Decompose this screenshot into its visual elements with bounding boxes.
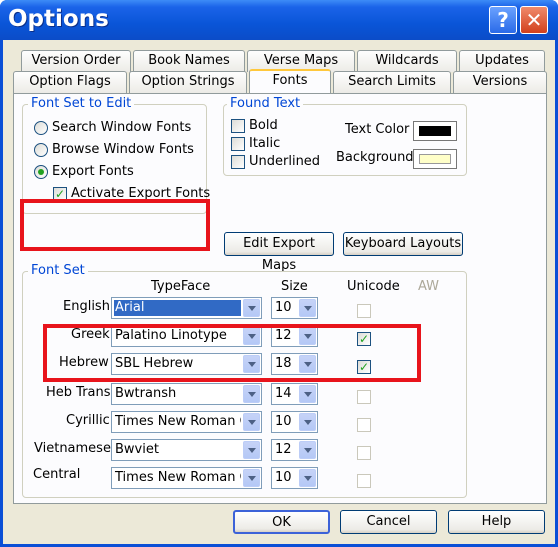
help-title-button[interactable]: ? xyxy=(489,6,517,34)
background-color-swatch xyxy=(419,154,451,164)
keyboard-layouts-button[interactable]: Keyboard Layouts xyxy=(343,232,463,256)
text-color-label: Text Color xyxy=(345,122,410,137)
close-icon[interactable]: ✕ xyxy=(520,6,548,34)
tab-book-names[interactable]: Book Names xyxy=(133,50,245,72)
font-set-to-edit-label: Font Set to Edit xyxy=(28,97,135,111)
font-row-label: Heb Trans xyxy=(46,385,111,400)
typeface-select[interactable]: Arial xyxy=(111,297,262,319)
typeface-select[interactable]: Times New Roman C xyxy=(111,467,262,489)
search-window-fonts-radio[interactable] xyxy=(34,121,48,135)
cancel-button[interactable]: Cancel xyxy=(340,510,437,534)
typeface-header: TypeFace xyxy=(151,279,211,294)
typeface-value: Bwviet xyxy=(115,442,159,457)
underlined-checkbox[interactable] xyxy=(231,155,245,169)
export-fonts-label[interactable]: Export Fonts xyxy=(52,164,134,180)
size-value: 10 xyxy=(275,470,292,485)
tab-option-strings[interactable]: Option Strings xyxy=(129,71,247,93)
chevron-down-icon[interactable] xyxy=(243,385,260,403)
typeface-select[interactable]: Bwtransh xyxy=(111,383,262,405)
ok-button[interactable]: OK xyxy=(233,510,330,534)
font-row-label: Cyrillic xyxy=(66,413,110,428)
typeface-value: Times New Roman C xyxy=(115,470,241,485)
chevron-down-icon[interactable] xyxy=(243,299,260,317)
font-row-label: Vietnamese xyxy=(34,441,111,456)
text-color-swatch xyxy=(419,126,451,136)
background-color-button[interactable] xyxy=(413,149,457,169)
size-select[interactable]: 14 xyxy=(271,383,318,405)
typeface-value: Times New Roman C xyxy=(115,414,241,429)
chevron-down-icon[interactable] xyxy=(299,441,316,459)
size-value: 10 xyxy=(275,414,292,429)
browse-window-fonts-label[interactable]: Browse Window Fonts xyxy=(52,142,194,158)
fonts-tab-panel: Font Set to Edit Search Window Fonts Bro… xyxy=(13,93,547,504)
chevron-down-icon[interactable] xyxy=(299,413,316,431)
text-color-button[interactable] xyxy=(413,121,457,141)
background-label: Background xyxy=(336,150,414,165)
unicode-checkbox[interactable] xyxy=(357,304,371,318)
chevron-down-icon[interactable] xyxy=(243,413,260,431)
unicode-checkbox[interactable] xyxy=(357,474,371,488)
tab-version-order[interactable]: Version Order xyxy=(21,50,131,72)
size-header: Size xyxy=(281,279,308,294)
edit-export-maps-button[interactable]: Edit Export Maps xyxy=(224,232,334,273)
window-title: Options xyxy=(8,6,109,32)
typeface-select[interactable]: Bwviet xyxy=(111,439,262,461)
typeface-select[interactable]: Times New Roman C xyxy=(111,411,262,433)
font-set-label: Font Set xyxy=(28,264,88,278)
tab-option-flags[interactable]: Option Flags xyxy=(13,71,127,93)
unicode-checkbox[interactable] xyxy=(357,446,371,460)
italic-label[interactable]: Italic xyxy=(249,136,280,152)
size-select[interactable]: 12 xyxy=(271,439,318,461)
typeface-value: Bwtransh xyxy=(115,386,177,401)
chevron-down-icon[interactable] xyxy=(299,299,316,317)
tab-wildcards[interactable]: Wildcards xyxy=(357,50,457,72)
size-select[interactable]: 10 xyxy=(271,467,318,489)
tab-fonts[interactable]: Fonts xyxy=(249,69,331,93)
options-window: Options ? ✕ Version Order Book Names Ver… xyxy=(0,0,558,547)
help-button[interactable]: Help xyxy=(448,510,545,534)
title-bar[interactable]: Options ? ✕ xyxy=(0,0,558,40)
italic-checkbox[interactable] xyxy=(231,137,245,151)
chevron-down-icon[interactable] xyxy=(299,385,316,403)
tab-versions[interactable]: Versions xyxy=(453,71,547,93)
highlight-box-greek-hebrew xyxy=(43,324,421,382)
unicode-checkbox[interactable] xyxy=(357,390,371,404)
size-select[interactable]: 10 xyxy=(271,297,318,319)
bold-label[interactable]: Bold xyxy=(249,118,278,134)
dialog-client: Version Order Book Names Verse Maps Wild… xyxy=(3,40,555,544)
search-window-fonts-label[interactable]: Search Window Fonts xyxy=(52,120,191,136)
unicode-checkbox[interactable] xyxy=(357,418,371,432)
tab-search-limits[interactable]: Search Limits xyxy=(333,71,451,93)
export-fonts-radio[interactable] xyxy=(34,165,48,179)
size-select[interactable]: 10 xyxy=(271,411,318,433)
size-value: 10 xyxy=(275,300,292,315)
chevron-down-icon[interactable] xyxy=(243,441,260,459)
size-value: 14 xyxy=(275,386,292,401)
size-value: 12 xyxy=(275,442,292,457)
highlight-box-export-fonts xyxy=(20,199,210,251)
found-text-label: Found Text xyxy=(227,97,304,111)
bold-checkbox[interactable] xyxy=(231,119,245,133)
underlined-label[interactable]: Underlined xyxy=(249,154,320,170)
tab-updates[interactable]: Updates xyxy=(459,50,545,72)
browse-window-fonts-radio[interactable] xyxy=(34,143,48,157)
chevron-down-icon[interactable] xyxy=(243,469,260,487)
font-row-label: English xyxy=(63,299,110,314)
unicode-header: Unicode xyxy=(347,279,400,294)
chevron-down-icon[interactable] xyxy=(299,469,316,487)
aw-header: AW xyxy=(418,279,440,294)
typeface-value: Arial xyxy=(114,300,241,316)
font-row-label: Central xyxy=(33,467,81,482)
